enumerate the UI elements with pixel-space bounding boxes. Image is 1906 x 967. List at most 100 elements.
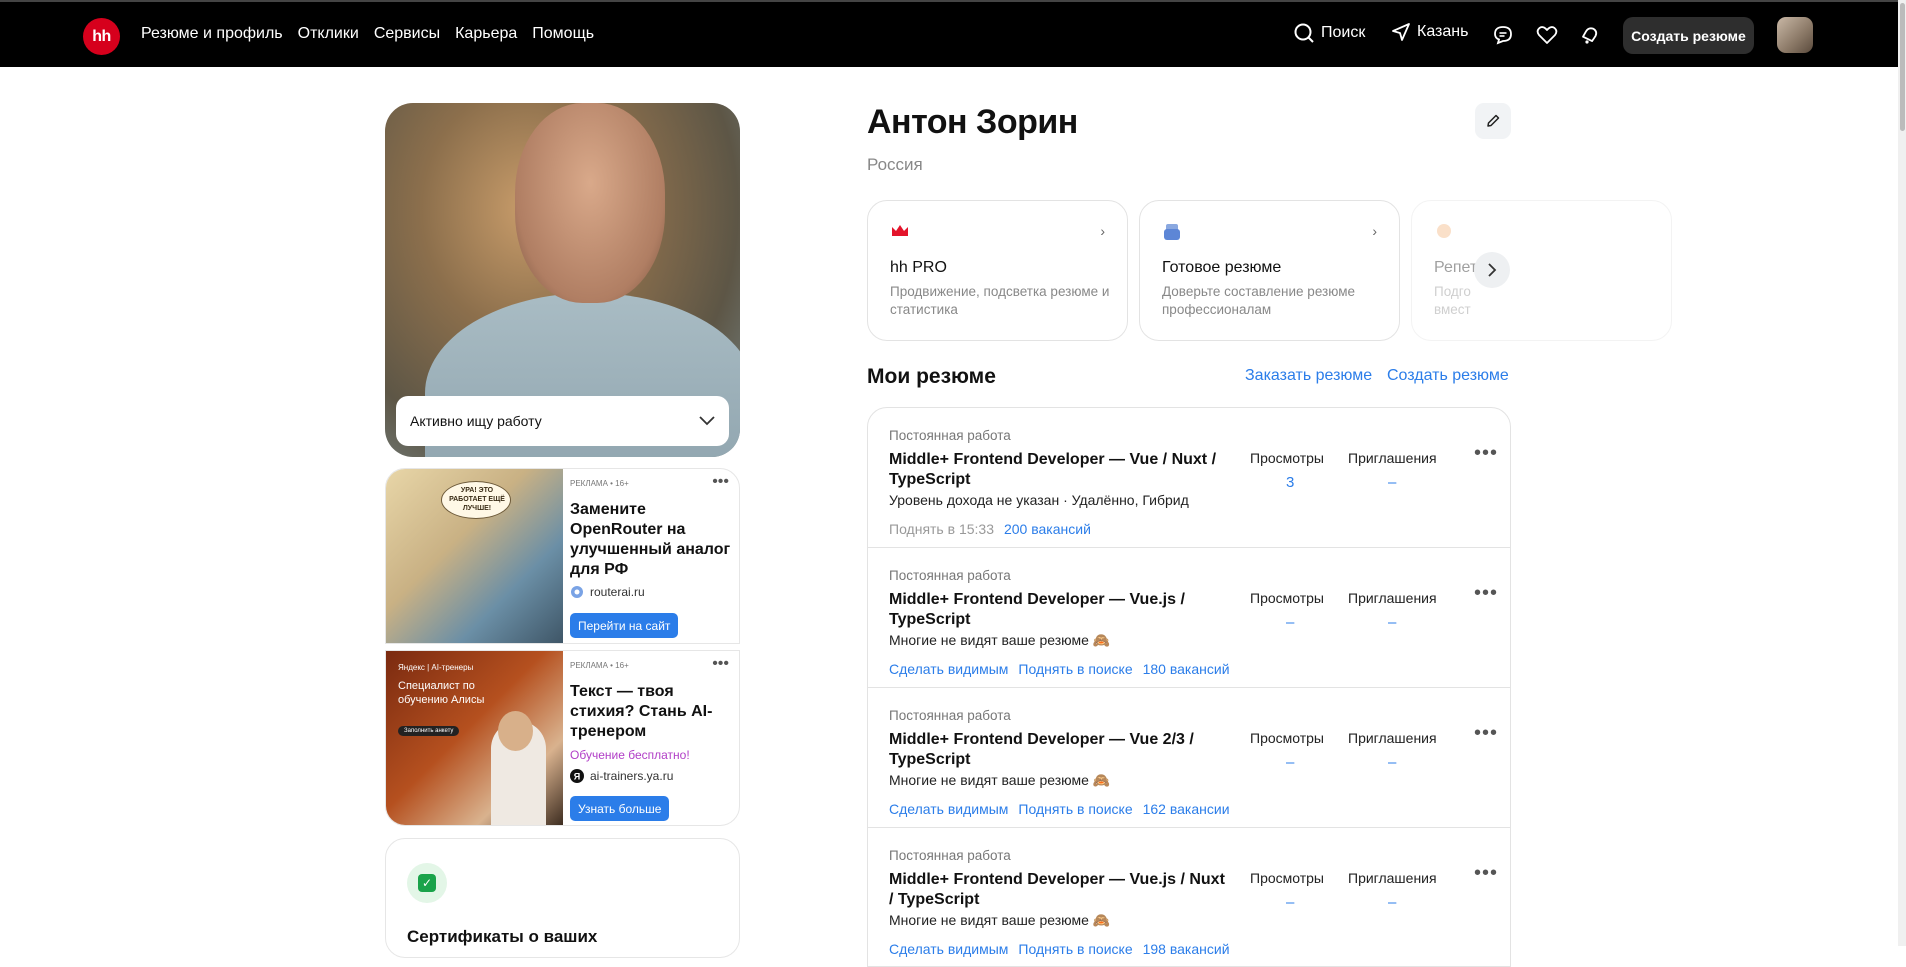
tutor-icon [1434,223,1454,239]
resume-subtitle: Уровень дохода не указан · Удалённо, Гиб… [889,492,1189,508]
resume-actions: Поднять в 15:33 200 вакансий [889,521,1091,537]
gear-icon [570,585,584,599]
profile-name: Антон Зорин [867,103,1078,141]
invites-count[interactable]: – [1388,754,1396,771]
resume-title[interactable]: Middle+ Frontend Developer — Vue 2/3 / T… [889,730,1229,770]
search-icon [1293,22,1315,44]
order-resume-link[interactable]: Заказать резюме [1245,367,1372,385]
service-card-hh-pro[interactable]: › hh PRO Продвижение, подсветка резюме и… [867,200,1128,341]
resume-row[interactable]: Постоянная работа Middle+ Frontend Devel… [868,688,1510,828]
carousel-next-button[interactable] [1474,252,1510,288]
ad-cta-button[interactable]: Перейти на сайт [570,613,679,638]
my-resumes-title: Мои резюме [867,365,996,388]
ad-more-icon[interactable]: ••• [712,655,729,673]
hh-logo[interactable]: hh [83,18,120,55]
invites-count[interactable]: – [1388,614,1396,631]
raise-in-search-link[interactable]: Поднять в поиске [1018,801,1132,817]
edit-profile-button[interactable] [1475,103,1511,139]
top-bar: hh Резюме и профиль Отклики Сервисы Карь… [0,0,1906,67]
page-scrollbar[interactable] [1898,0,1906,946]
heart-icon[interactable] [1536,25,1558,45]
service-card-tutor[interactable]: Репет Подго вмест [1411,200,1672,341]
invites-count[interactable]: – [1388,474,1396,491]
service-card-ready-resume[interactable]: › Готовое резюме Доверьте составление ре… [1139,200,1400,341]
yandex-icon: Я [570,769,584,783]
ad-card-ai-trainers[interactable]: Яндекс | AI-тренеры Специалист по обучен… [385,650,740,826]
main-nav: Резюме и профиль Отклики Сервисы Карьера… [141,25,594,43]
more-options-icon[interactable]: ••• [1474,582,1498,605]
make-visible-link[interactable]: Сделать видимым [889,801,1008,817]
nav-services[interactable]: Сервисы [374,25,440,43]
ad-domain-text: routerai.ru [590,585,645,599]
views-count[interactable]: 3 [1286,474,1294,491]
resume-subtitle: Многие не видят ваше резюме 🙈 [889,772,1111,788]
vacancies-link[interactable]: 198 вакансий [1143,941,1230,957]
more-options-icon[interactable]: ••• [1474,862,1498,885]
ad-image: УРА! ЭТО РАБОТАЕТ ЕЩЁ ЛУЧШЕ! [386,469,563,643]
resume-type: Постоянная работа [889,708,1011,723]
photo-face [515,103,665,303]
city-link[interactable]: Казань [1391,22,1468,42]
ad-card-routerai[interactable]: УРА! ЭТО РАБОТАЕТ ЕЩЁ ЛУЧШЕ! РЕКЛАМА • 1… [385,468,740,644]
raise-time: Поднять в 15:33 [889,521,994,537]
invites-label: Приглашения [1348,450,1437,466]
chevron-right-icon [1487,262,1497,278]
views-label: Просмотры [1250,590,1324,606]
create-resume-link[interactable]: Создать резюме [1387,367,1509,385]
more-options-icon[interactable]: ••• [1474,722,1498,745]
ad-more-icon[interactable]: ••• [712,473,729,491]
certificates-card[interactable]: ✓ Сертификаты о ваших [385,838,740,958]
resume-title[interactable]: Middle+ Frontend Developer — Vue.js / Ty… [889,590,1229,630]
views-label: Просмотры [1250,730,1324,746]
search-link[interactable]: Поиск [1293,22,1365,44]
ad-title: Замените OpenRouter на улучшенный аналог… [570,501,731,578]
svg-text:Я: Я [574,772,580,782]
ad-domain-text: ai-trainers.ya.ru [590,769,674,783]
chat-icon[interactable] [1492,24,1514,46]
resume-row[interactable]: Постоянная работа Middle+ Frontend Devel… [868,408,1510,548]
ad-domain[interactable]: Я ai-trainers.ya.ru [570,769,673,783]
raise-in-search-link[interactable]: Поднять в поиске [1018,661,1132,677]
make-visible-link[interactable]: Сделать видимым [889,941,1008,957]
resume-row[interactable]: Постоянная работа Middle+ Frontend Devel… [868,828,1510,966]
job-status-value: Активно ищу работу [410,413,542,429]
nav-responses[interactable]: Отклики [298,25,359,43]
vacancies-link[interactable]: 180 вакансий [1143,661,1230,677]
views-count[interactable]: – [1286,894,1294,911]
more-options-icon[interactable]: ••• [1474,442,1498,465]
resume-subtitle: Многие не видят ваше резюме 🙈 [889,912,1111,928]
resume-stack-icon [1162,223,1182,240]
ad-image: Яндекс | AI-тренеры Специалист по обучен… [386,651,563,825]
make-visible-link[interactable]: Сделать видимым [889,661,1008,677]
resume-type: Постоянная работа [889,428,1011,443]
resume-title[interactable]: Middle+ Frontend Developer — Vue / Nuxt … [889,450,1229,490]
scrollbar-thumb[interactable] [1900,3,1905,131]
ad-label: РЕКЛАМА • 16+ [570,661,629,670]
ad-cta-button[interactable]: Узнать больше [570,796,670,821]
vacancies-link[interactable]: 200 вакансий [1004,521,1091,537]
resume-title[interactable]: Middle+ Frontend Developer — Vue.js / Nu… [889,870,1229,910]
nav-help[interactable]: Помощь [532,25,594,43]
ad-image-button: Заполнить анкету [398,726,460,736]
resume-row[interactable]: Постоянная работа Middle+ Frontend Devel… [868,548,1510,688]
invites-count[interactable]: – [1388,894,1396,911]
resume-type: Постоянная работа [889,848,1011,863]
ad-domain[interactable]: routerai.ru [570,585,645,599]
service-desc: Подго вмест [1434,284,1471,317]
resume-subtitle: Многие не видят ваше резюме 🙈 [889,632,1111,648]
service-title: Репет [1434,259,1478,276]
views-count[interactable]: – [1286,614,1294,631]
ad-subtitle: Обучение бесплатно! [570,748,690,762]
bell-icon[interactable] [1579,24,1601,46]
vacancies-link[interactable]: 162 вакансии [1143,801,1230,817]
ad-label: РЕКЛАМА • 16+ [570,479,629,488]
create-resume-button[interactable]: Создать резюме [1623,17,1754,54]
raise-in-search-link[interactable]: Поднять в поиске [1018,941,1132,957]
certificates-title: Сертификаты о ваших [407,927,598,946]
views-count[interactable]: – [1286,754,1294,771]
ad-title: Текст — твоя стихия? Стань AI-тренером [570,683,713,740]
job-status-select[interactable]: Активно ищу работу [396,396,729,446]
nav-career[interactable]: Карьера [455,25,517,43]
user-avatar[interactable] [1777,17,1813,53]
nav-resume-profile[interactable]: Резюме и профиль [141,25,283,43]
